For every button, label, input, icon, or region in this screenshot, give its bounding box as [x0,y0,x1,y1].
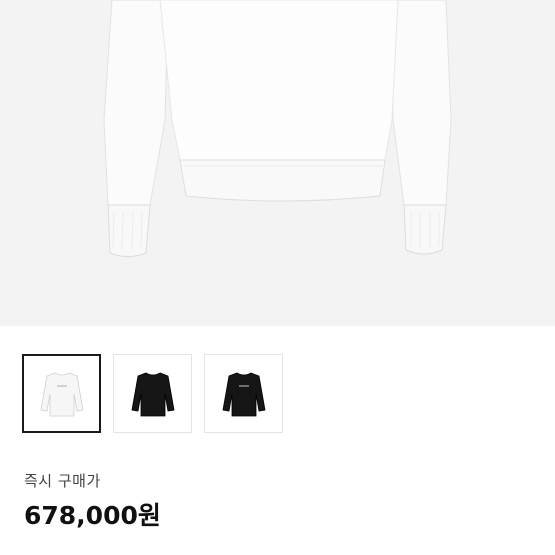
thumbnail-black-sweatshirt-logo[interactable] [204,354,283,433]
thumbnail-black-sweatshirt[interactable] [113,354,192,433]
black-sweatshirt-icon [131,372,174,416]
white-sweatshirt-image [103,0,452,257]
price-value: 678,000원 [24,501,161,530]
thumbnail-strip [22,354,283,433]
price-label: 즉시 구매가 [24,472,101,490]
product-main-image[interactable] [0,0,555,326]
white-sweatshirt-icon [40,372,83,416]
thumbnail-white-sweatshirt[interactable] [22,354,101,433]
black-sweatshirt-logo-icon [222,372,265,416]
